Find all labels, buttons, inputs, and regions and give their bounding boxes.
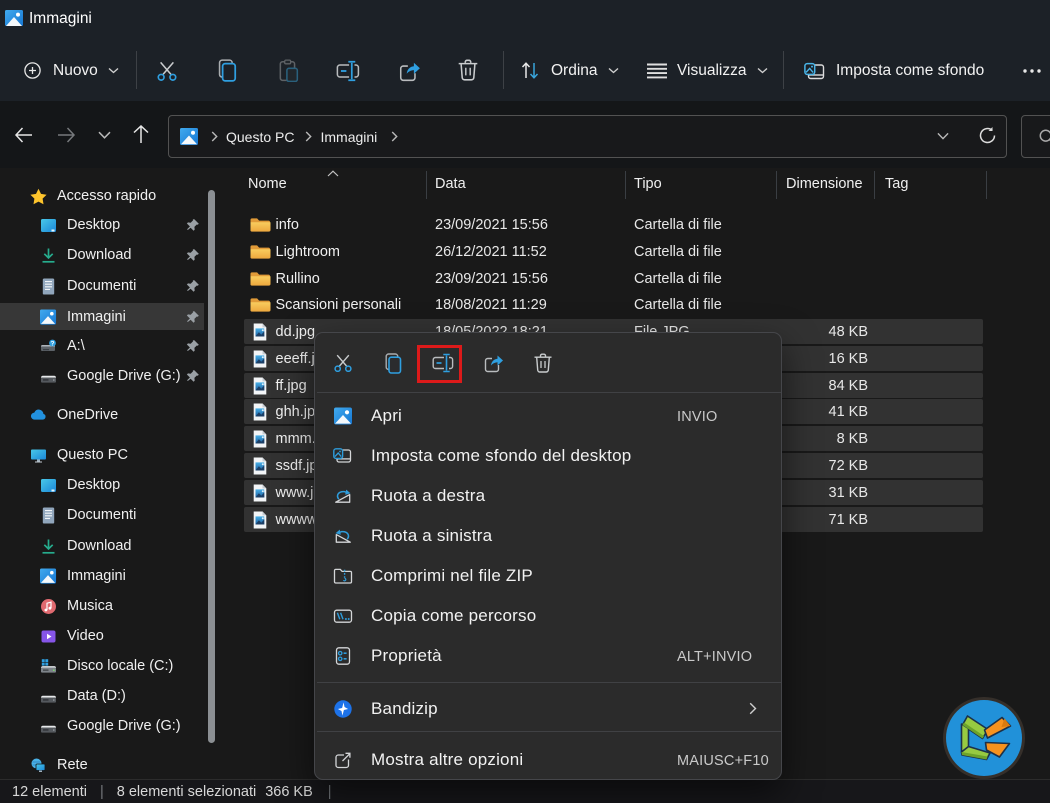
svg-text:?: ? [51,340,55,347]
